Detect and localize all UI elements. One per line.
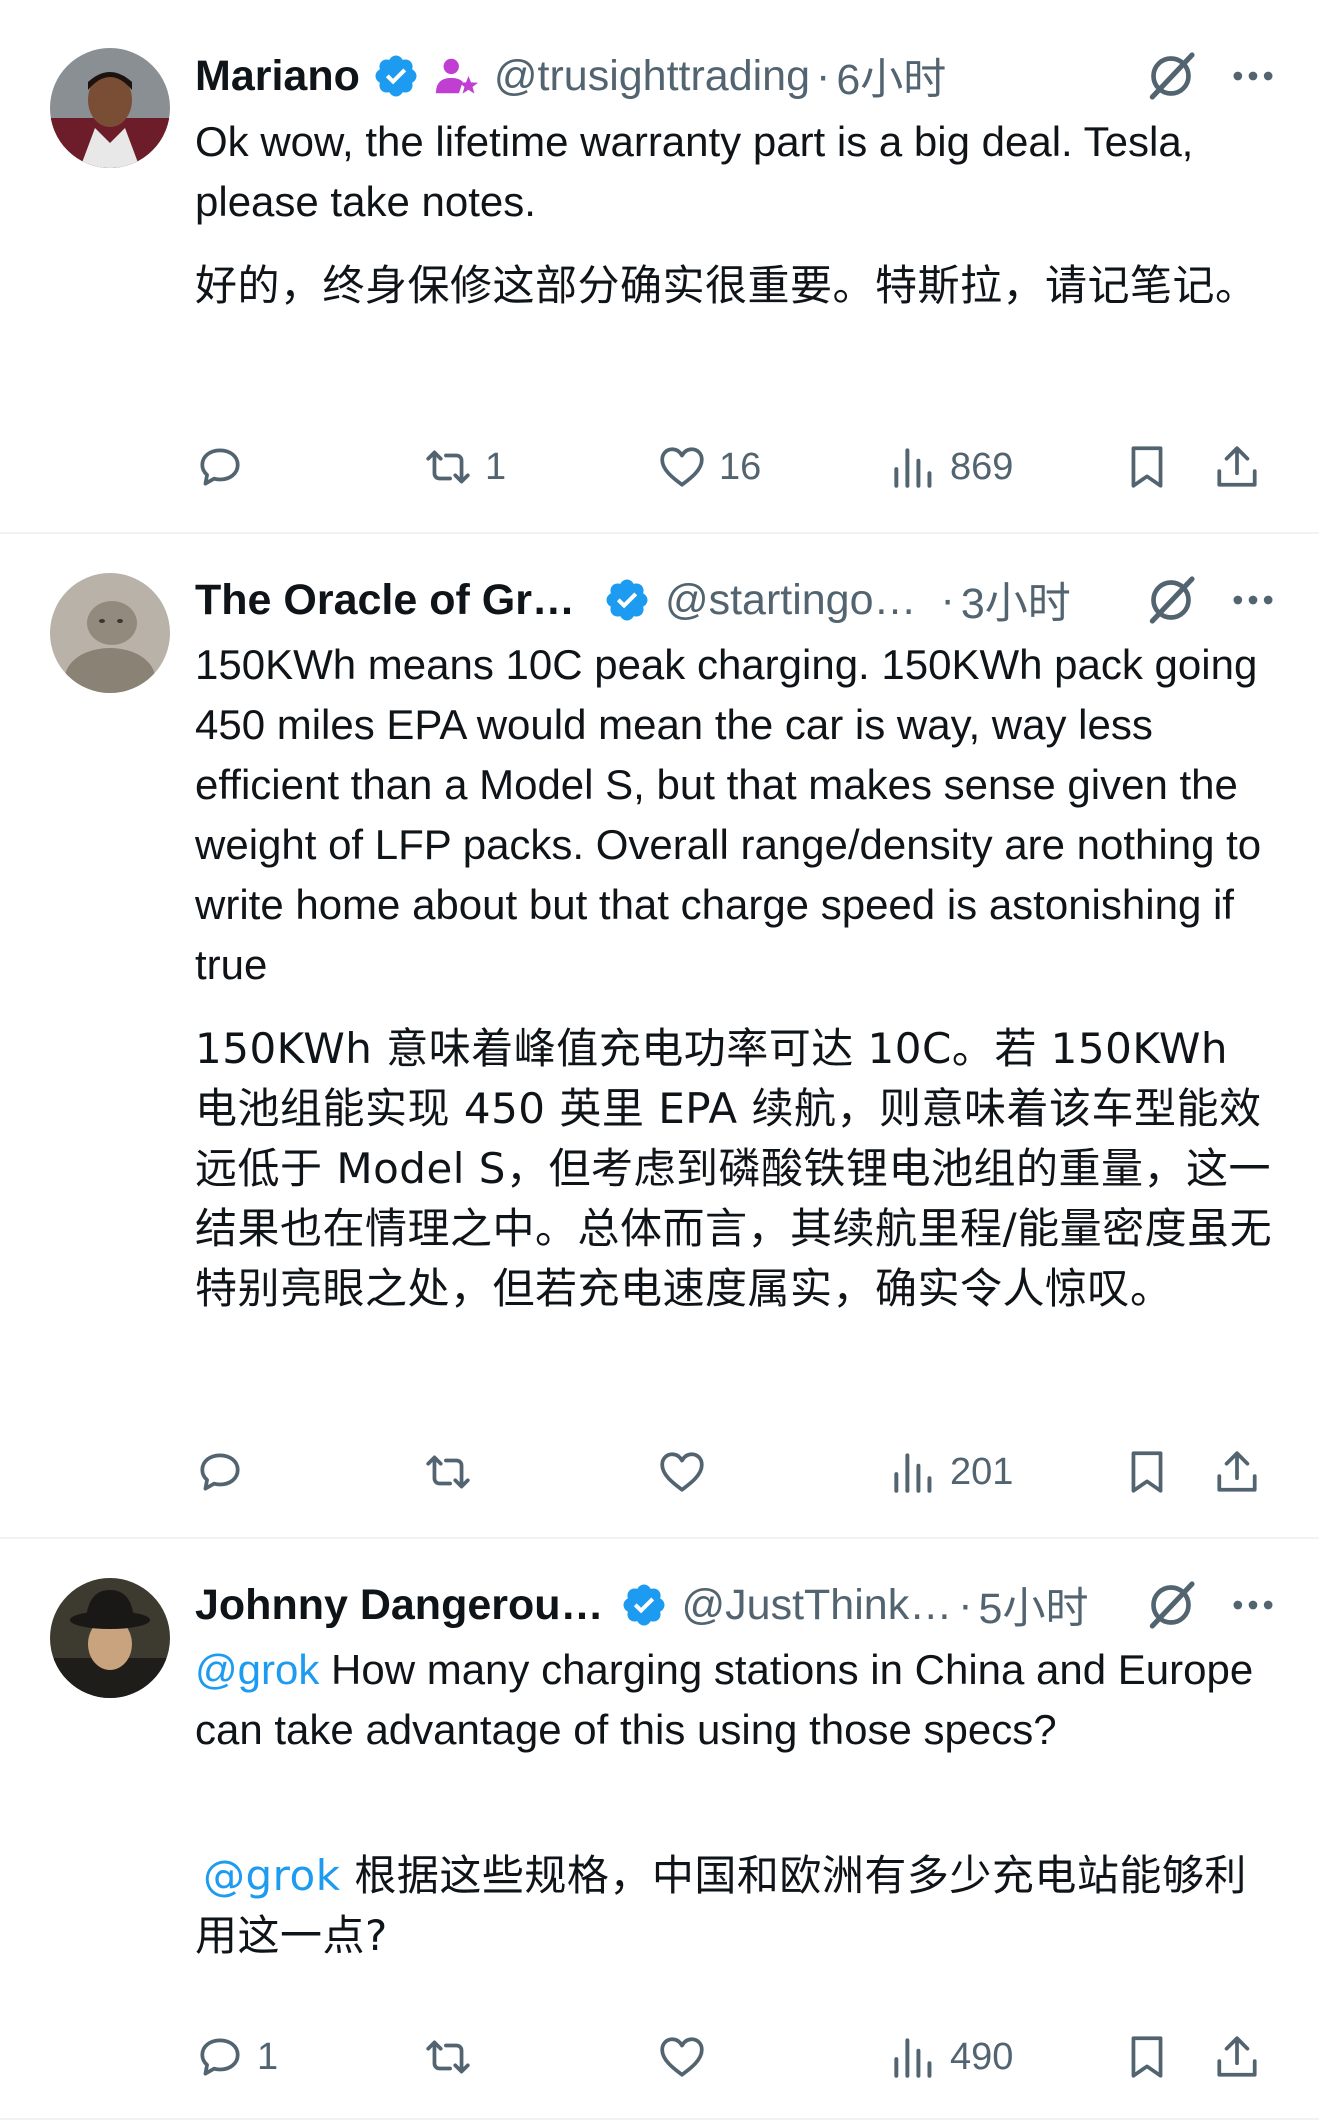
tweet-text: 150KWh means 10C peak charging. 150KWh p… — [195, 641, 1262, 988]
tweet-text: Ok wow, the lifetime warranty part is a … — [195, 118, 1194, 225]
bookmark-icon — [1131, 2036, 1163, 2078]
share-icon — [1217, 446, 1257, 487]
mention-link[interactable]: @grok — [195, 1646, 319, 1693]
verified-badge-icon — [606, 579, 648, 621]
clay-figure-avatar — [50, 573, 170, 693]
display-name[interactable]: The Oracle of Gr… — [195, 576, 575, 625]
views-button[interactable]: 201 — [888, 1442, 1013, 1502]
like-button[interactable] — [657, 2027, 719, 2087]
bookmark-button[interactable] — [1122, 437, 1172, 497]
reply-button[interactable] — [195, 437, 257, 497]
timestamp[interactable]: 3小时 — [961, 569, 1071, 631]
repost-icon — [426, 450, 470, 484]
user-handle[interactable]: @startingo… — [665, 576, 917, 625]
tweet-header: The Oracle of Gr… @startingo… · 3小时 — [195, 570, 1279, 630]
reply-icon — [200, 2038, 240, 2076]
user-handle[interactable]: @JustThink… — [682, 1581, 953, 1630]
more-options-icon[interactable] — [1227, 50, 1279, 102]
share-button[interactable] — [1212, 1442, 1262, 1502]
tweet-divider — [0, 2118, 1319, 2120]
views-chart-icon — [894, 448, 932, 488]
tweet-text-body: How many charging stations in China and … — [195, 1646, 1254, 1753]
like-button[interactable]: 16 — [657, 437, 761, 497]
separator-dot: · — [958, 1580, 973, 1629]
user-avatar[interactable] — [50, 48, 170, 168]
user-avatar[interactable] — [50, 573, 170, 693]
views-chart-icon — [894, 2038, 932, 2078]
reply-button[interactable]: 1 — [195, 2027, 278, 2087]
more-options-icon[interactable] — [1227, 1579, 1279, 1631]
repost-button[interactable]: 1 — [423, 437, 506, 497]
view-count: 201 — [950, 1450, 1014, 1493]
tweet-3[interactable]: Johnny Dangerou… @JustThink… · 5小时 @grok… — [0, 1540, 1319, 2125]
tweet-header: Mariano @trusighttrading · 6小时 — [195, 46, 1279, 106]
user-avatar[interactable] — [50, 1578, 170, 1698]
repost-button[interactable] — [423, 1442, 485, 1502]
tweet-header: Johnny Dangerou… @JustThink… · 5小时 — [195, 1575, 1279, 1635]
reply-icon — [200, 1453, 240, 1491]
bookmark-button[interactable] — [1122, 1442, 1172, 1502]
grok-icon[interactable] — [1143, 1577, 1199, 1633]
bookmark-icon — [1131, 446, 1163, 488]
display-name[interactable]: Johnny Dangerou… — [195, 1581, 604, 1630]
view-count: 490 — [950, 2035, 1014, 2078]
man-in-hat-avatar — [50, 1578, 170, 1698]
bookmark-icon — [1131, 1451, 1163, 1493]
repost-icon — [426, 2040, 470, 2074]
grok-icon[interactable] — [1143, 572, 1199, 628]
reply-icon — [200, 448, 240, 486]
heart-icon — [660, 2037, 704, 2077]
verified-badge-icon — [623, 1584, 665, 1626]
repost-button[interactable] — [423, 2027, 485, 2087]
share-icon — [1217, 2036, 1257, 2077]
repost-count: 1 — [485, 445, 507, 488]
reply-count: 1 — [257, 2035, 279, 2078]
share-icon — [1217, 1451, 1257, 1492]
bookmark-button[interactable] — [1122, 2027, 1172, 2087]
separator-dot: · — [816, 51, 831, 100]
like-button[interactable] — [657, 1442, 719, 1502]
more-options-icon[interactable] — [1227, 574, 1279, 626]
translated-text: 好的，终身保修这部分确实很重要。特斯拉，请记笔记。 — [195, 261, 1258, 310]
action-bar: 1 490 — [0, 2027, 1319, 2087]
timestamp[interactable]: 6小时 — [836, 45, 946, 107]
action-bar: 201 — [0, 1442, 1319, 1502]
separator-dot: · — [940, 575, 955, 624]
verified-badge-icon — [375, 55, 417, 97]
reply-button[interactable] — [195, 1442, 257, 1502]
mention-link[interactable]: @grok — [203, 1851, 341, 1900]
like-count: 16 — [719, 445, 762, 488]
view-count: 869 — [950, 445, 1014, 488]
tweet-divider — [0, 532, 1319, 534]
views-button[interactable]: 869 — [888, 437, 1013, 497]
tweet-1[interactable]: Mariano @trusighttrading · 6小时 Ok wow, t… — [0, 0, 1319, 535]
heart-icon — [660, 1452, 704, 1492]
user-handle[interactable]: @trusighttrading — [494, 52, 810, 101]
display-name[interactable]: Mariano — [195, 52, 360, 101]
tweet-2[interactable]: The Oracle of Gr… @startingo… · 3小时 150K… — [0, 535, 1319, 1540]
heart-icon — [660, 447, 704, 487]
repost-icon — [426, 1455, 470, 1489]
grok-icon[interactable] — [1143, 48, 1199, 104]
man-in-red-jacket-avatar — [50, 48, 170, 168]
translated-text-body: 根据这些规格，中国和欧洲有多少充电站能够利用这一点? — [195, 1851, 1247, 1960]
timestamp[interactable]: 5小时 — [979, 1574, 1089, 1636]
tweet-divider — [0, 1537, 1319, 1539]
views-button[interactable]: 490 — [888, 2027, 1013, 2087]
translated-text: 150KWh 意味着峰值充电功率可达 10C。若 150KWh 电池组能实现 4… — [195, 1024, 1273, 1313]
action-bar: 1 16 869 — [0, 437, 1319, 497]
views-chart-icon — [894, 1453, 932, 1493]
share-button[interactable] — [1212, 2027, 1262, 2087]
tweet-text: @grok How many charging stations in Chin… — [195, 1640, 1275, 1760]
person-star-icon — [435, 58, 478, 94]
translated-text: @grok 根据这些规格，中国和欧洲有多少充电站能够利用这一点? — [195, 1846, 1275, 1966]
share-button[interactable] — [1212, 437, 1262, 497]
